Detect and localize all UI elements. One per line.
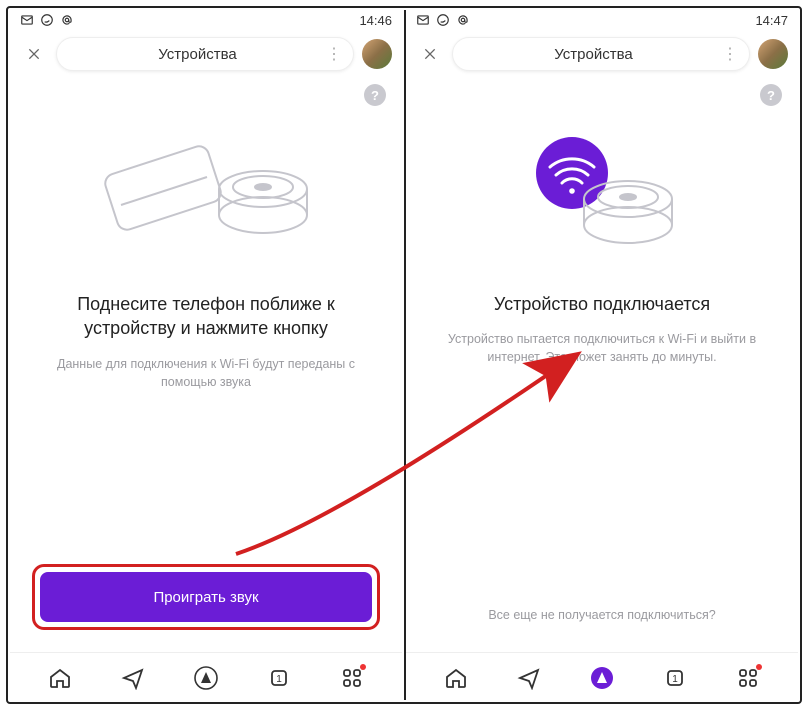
close-icon bbox=[422, 46, 438, 62]
mail-icon bbox=[20, 13, 34, 27]
app-header: Устройства ⋮ bbox=[10, 32, 402, 76]
bottom-nav: 1 bbox=[406, 652, 798, 702]
menu-dots-icon[interactable]: ⋮ bbox=[326, 44, 341, 64]
status-time: 14:46 bbox=[359, 13, 392, 28]
play-button-row: Проиграть звук bbox=[32, 564, 380, 630]
page-heading: Устройство подключается bbox=[428, 292, 776, 316]
nav-send[interactable] bbox=[511, 660, 547, 696]
nav-home[interactable] bbox=[42, 660, 78, 696]
app-header: Устройства ⋮ bbox=[406, 32, 798, 76]
notification-dot bbox=[756, 664, 762, 670]
send-icon bbox=[121, 666, 145, 690]
send-icon bbox=[517, 666, 541, 690]
svg-text:1: 1 bbox=[276, 674, 282, 685]
home-icon bbox=[444, 666, 468, 690]
phone-screen-right: 14:47 Устройства ⋮ ? bbox=[406, 8, 798, 702]
nav-send[interactable] bbox=[115, 660, 151, 696]
mail-icon bbox=[416, 13, 430, 27]
whatsapp-icon bbox=[40, 13, 54, 27]
header-pill[interactable]: Устройства ⋮ bbox=[56, 37, 354, 71]
nav-tabs[interactable]: 1 bbox=[657, 660, 693, 696]
bottom-nav: 1 bbox=[10, 652, 402, 702]
alice-icon bbox=[194, 666, 218, 690]
highlight-box: Проиграть звук bbox=[32, 564, 380, 630]
tabs-icon: 1 bbox=[267, 666, 291, 690]
header-pill[interactable]: Устройства ⋮ bbox=[452, 37, 750, 71]
status-time: 14:47 bbox=[755, 13, 788, 28]
status-icons-left bbox=[20, 13, 74, 27]
notification-dot bbox=[360, 664, 366, 670]
nav-alice[interactable] bbox=[188, 660, 224, 696]
at-icon bbox=[456, 13, 470, 27]
play-sound-label: Проиграть звук bbox=[153, 589, 258, 606]
menu-dots-icon[interactable]: ⋮ bbox=[722, 44, 737, 64]
troubleshoot-link[interactable]: Все еще не получается подключиться? bbox=[428, 608, 776, 622]
nav-apps[interactable] bbox=[334, 660, 370, 696]
nav-home[interactable] bbox=[438, 660, 474, 696]
home-icon bbox=[48, 666, 72, 690]
status-bar: 14:47 bbox=[406, 8, 798, 32]
play-sound-button[interactable]: Проиграть звук bbox=[40, 572, 372, 622]
nav-tabs[interactable]: 1 bbox=[261, 660, 297, 696]
whatsapp-icon bbox=[436, 13, 450, 27]
illustration-wifi-speaker bbox=[428, 120, 776, 270]
illustration-phone-speaker bbox=[32, 120, 380, 270]
help-icon: ? bbox=[767, 88, 775, 103]
status-icons-left bbox=[416, 13, 470, 27]
at-icon bbox=[60, 13, 74, 27]
close-button[interactable] bbox=[416, 40, 444, 68]
header-title: Устройства bbox=[69, 46, 326, 63]
close-icon bbox=[26, 46, 42, 62]
nav-apps[interactable] bbox=[730, 660, 766, 696]
header-title: Устройства bbox=[465, 46, 722, 63]
avatar[interactable] bbox=[362, 39, 392, 69]
main-content: ? Под bbox=[10, 76, 402, 652]
tabs-icon: 1 bbox=[663, 666, 687, 690]
main-content: ? bbox=[406, 76, 798, 652]
svg-text:1: 1 bbox=[672, 674, 678, 685]
status-bar: 14:46 bbox=[10, 8, 402, 32]
close-button[interactable] bbox=[20, 40, 48, 68]
page-subtext: Данные для подключения к Wi-Fi будут пер… bbox=[32, 355, 380, 391]
avatar[interactable] bbox=[758, 39, 788, 69]
page-heading: Поднесите телефон поближе к устройству и… bbox=[32, 292, 380, 341]
screenshot-frame: 14:46 Устройства ⋮ ? bbox=[6, 6, 802, 704]
help-icon: ? bbox=[371, 88, 379, 103]
alice-icon-filled bbox=[590, 666, 614, 690]
page-subtext: Устройство пытается подключиться к Wi-Fi… bbox=[428, 330, 776, 366]
nav-alice[interactable] bbox=[584, 660, 620, 696]
help-button[interactable]: ? bbox=[760, 84, 782, 106]
help-button[interactable]: ? bbox=[364, 84, 386, 106]
phone-screen-left: 14:46 Устройства ⋮ ? bbox=[10, 8, 402, 702]
